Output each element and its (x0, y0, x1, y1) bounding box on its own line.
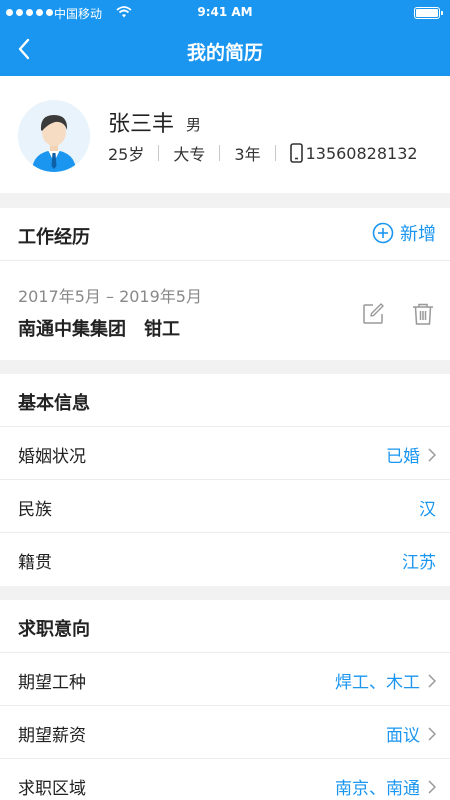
user-gender: 男 (186, 116, 202, 134)
edit-icon[interactable] (360, 301, 386, 327)
battery-icon (414, 7, 443, 19)
phone-icon (289, 143, 303, 163)
trash-icon[interactable] (410, 301, 436, 327)
divider (274, 145, 276, 161)
row-value: 面议 (386, 726, 420, 746)
page-title: 我的简历 (186, 42, 263, 64)
row-label: 期望薪资 (18, 726, 86, 746)
row-value: 南京、南通 (335, 779, 420, 799)
avatar (18, 100, 90, 172)
user-education: 大专 (173, 145, 206, 164)
row-value: 汉 (419, 500, 436, 520)
row-label: 期望工种 (18, 673, 86, 693)
job-title: 南通中集集团 钳工 (18, 315, 180, 341)
row-label: 籍贯 (18, 553, 52, 573)
user-experience: 3年 (234, 145, 261, 164)
status-time: 9:41 AM (197, 5, 253, 19)
chevron-right-icon (428, 726, 436, 741)
row-label: 民族 (18, 500, 52, 520)
job-period: 2017年5月 – 2019年5月 (18, 287, 202, 306)
info-row-hometown: 籍贯 江苏 (0, 533, 450, 586)
profile-card[interactable]: 张三丰 男 25岁 大专 3年 13560828132 (0, 76, 450, 193)
row-label: 婚姻状况 (18, 447, 86, 467)
chevron-right-icon (428, 673, 436, 688)
status-bar: 中国移动 9:41 AM (0, 0, 450, 26)
section-title: 工作经历 (18, 227, 90, 248)
profile-meta: 25岁 大专 3年 13560828132 (108, 141, 418, 165)
chevron-right-icon (428, 447, 436, 462)
intent-row-region[interactable]: 求职区域 南京、南通 (0, 759, 450, 800)
job-position: 钳工 (144, 319, 180, 340)
intent-row-salary[interactable]: 期望薪资 面议 (0, 706, 450, 759)
intent-row-job-type[interactable]: 期望工种 焊工、木工 (0, 653, 450, 706)
user-phone: 13560828132 (305, 143, 418, 163)
divider (158, 145, 160, 161)
intent-section: 求职意向 期望工种 焊工、木工 期望薪资 面议 求职区域 南京、南通 (0, 600, 450, 800)
section-title: 基本信息 (18, 393, 90, 414)
user-age: 25岁 (108, 145, 145, 164)
divider (219, 145, 221, 161)
add-work-button[interactable]: 新增 (372, 220, 436, 246)
chevron-right-icon (428, 779, 436, 794)
section-header: 工作经历 新增 (0, 208, 450, 261)
section-title: 求职意向 (18, 619, 90, 640)
info-row-ethnicity: 民族 汉 (0, 480, 450, 533)
row-value: 江苏 (402, 553, 436, 573)
info-row-marital[interactable]: 婚姻状况 已婚 (0, 427, 450, 480)
work-section: 工作经历 新增 2017年5月 – 2019年5月 南通中集集团 钳工 (0, 208, 450, 360)
section-header: 求职意向 (0, 600, 450, 653)
nav-bar: 中国移动 9:41 AM 我的简历 (0, 0, 450, 76)
work-entry[interactable]: 2017年5月 – 2019年5月 南通中集集团 钳工 (0, 261, 450, 359)
row-label: 求职区域 (18, 779, 86, 799)
row-value: 已婚 (386, 447, 420, 467)
section-header: 基本信息 (0, 374, 450, 427)
user-name: 张三丰 (108, 112, 175, 137)
add-label: 新增 (400, 224, 436, 245)
plus-circle-icon (372, 222, 394, 244)
row-value: 焊工、木工 (335, 673, 420, 693)
basic-section: 基本信息 婚姻状况 已婚 民族 汉 籍贯 江苏 (0, 374, 450, 586)
job-company: 南通中集集团 (18, 319, 126, 340)
